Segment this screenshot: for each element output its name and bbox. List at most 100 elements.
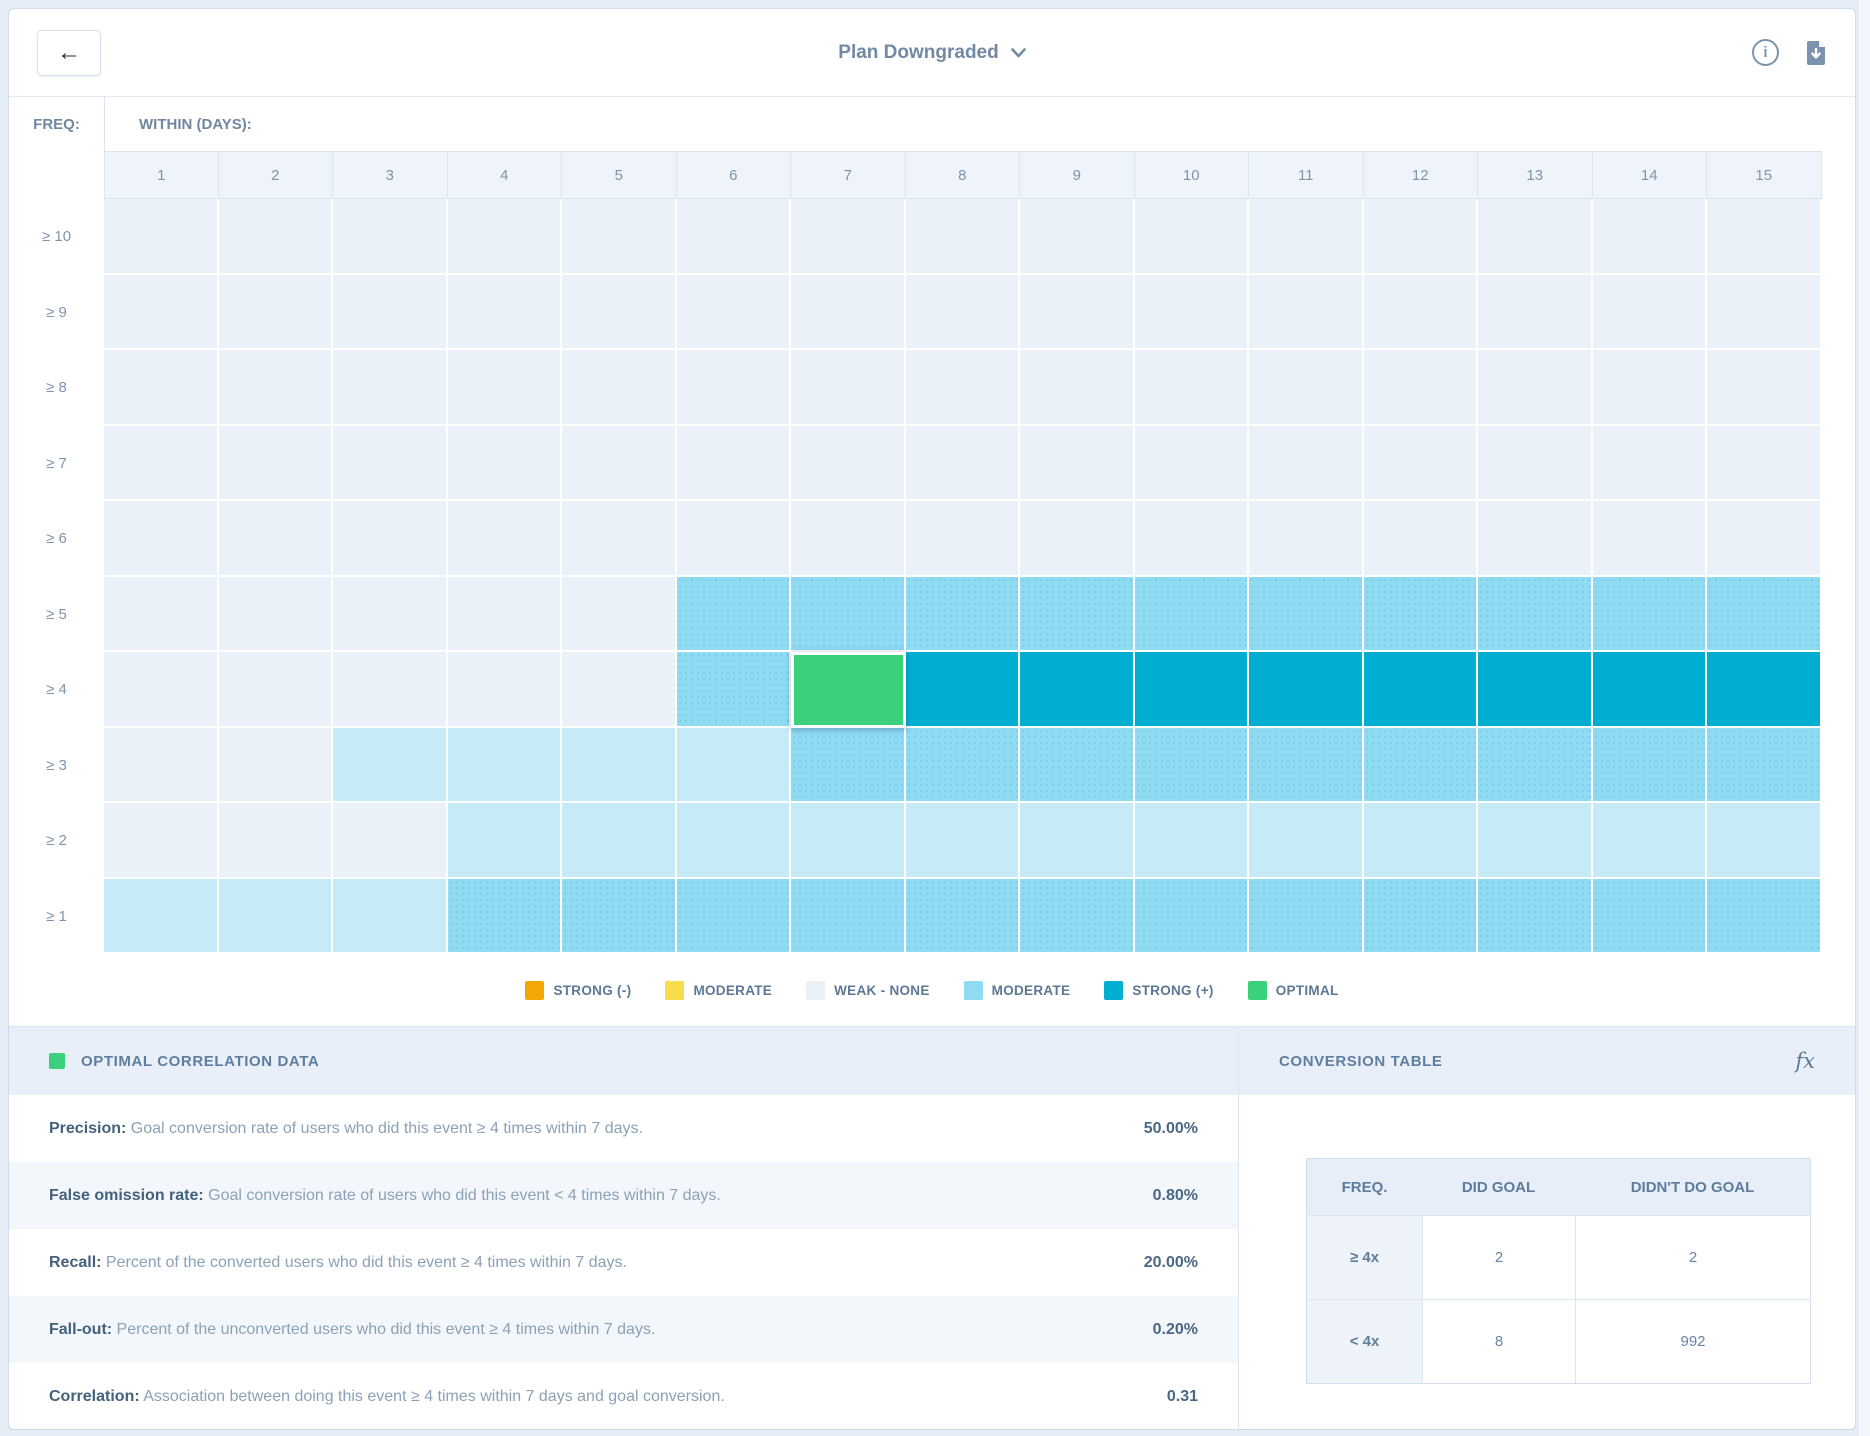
heatmap-cell[interactable] <box>333 501 448 577</box>
heatmap-cell[interactable] <box>1249 728 1364 804</box>
heatmap-cell[interactable] <box>448 275 563 351</box>
heatmap-cell[interactable] <box>1135 275 1250 351</box>
heatmap-cell[interactable] <box>562 577 677 653</box>
heatmap-cell[interactable] <box>1135 350 1250 426</box>
heatmap-cell[interactable] <box>448 728 563 804</box>
heatmap-cell[interactable] <box>1707 350 1822 426</box>
heatmap-cell[interactable] <box>104 879 219 955</box>
heatmap-cell[interactable] <box>1707 803 1822 879</box>
heatmap-cell[interactable] <box>562 275 677 351</box>
heatmap-cell[interactable] <box>104 501 219 577</box>
heatmap-cell[interactable] <box>1707 728 1822 804</box>
heatmap-cell[interactable] <box>1020 275 1135 351</box>
heatmap-cell[interactable] <box>791 803 906 879</box>
heatmap-cell[interactable] <box>219 199 334 275</box>
heatmap-cell[interactable] <box>219 350 334 426</box>
heatmap-cell[interactable] <box>333 577 448 653</box>
heatmap-cell[interactable] <box>1707 426 1822 502</box>
heatmap-cell[interactable] <box>1249 501 1364 577</box>
heatmap-cell[interactable] <box>906 199 1021 275</box>
info-icon[interactable]: i <box>1752 39 1779 66</box>
heatmap-cell[interactable] <box>1364 577 1479 653</box>
heatmap-cell[interactable] <box>562 652 677 728</box>
heatmap-cell[interactable] <box>333 803 448 879</box>
heatmap-cell[interactable] <box>1364 275 1479 351</box>
heatmap-cell[interactable] <box>906 879 1021 955</box>
heatmap-cell[interactable] <box>1135 577 1250 653</box>
heatmap-cell[interactable] <box>448 426 563 502</box>
heatmap-cell[interactable] <box>333 879 448 955</box>
heatmap-cell[interactable] <box>1135 879 1250 955</box>
heatmap-cell[interactable] <box>791 275 906 351</box>
heatmap-cell[interactable] <box>791 577 906 653</box>
heatmap-cell[interactable] <box>1593 199 1708 275</box>
heatmap-cell[interactable] <box>1020 350 1135 426</box>
heatmap-cell[interactable] <box>562 350 677 426</box>
heatmap-cell[interactable] <box>1135 501 1250 577</box>
heatmap-cell[interactable] <box>219 728 334 804</box>
heatmap-cell[interactable] <box>1135 426 1250 502</box>
heatmap-cell[interactable] <box>104 199 219 275</box>
heatmap-cell[interactable] <box>791 501 906 577</box>
heatmap-cell[interactable] <box>1020 501 1135 577</box>
heatmap-cell[interactable] <box>791 350 906 426</box>
heatmap-cell[interactable] <box>1478 879 1593 955</box>
heatmap-cell[interactable] <box>1249 577 1364 653</box>
heatmap-cell[interactable] <box>1478 426 1593 502</box>
heatmap-cell[interactable] <box>562 199 677 275</box>
heatmap-cell[interactable] <box>562 426 677 502</box>
heatmap-cell[interactable] <box>1593 728 1708 804</box>
heatmap-cell[interactable] <box>791 426 906 502</box>
download-icon[interactable] <box>1805 40 1827 66</box>
heatmap-cell[interactable] <box>1707 501 1822 577</box>
heatmap-cell[interactable] <box>104 426 219 502</box>
heatmap-cell[interactable] <box>104 652 219 728</box>
heatmap-cell[interactable] <box>791 728 906 804</box>
heatmap-cell[interactable] <box>448 803 563 879</box>
heatmap-cell[interactable] <box>219 879 334 955</box>
heatmap-cell[interactable] <box>333 199 448 275</box>
heatmap-cell[interactable] <box>1593 275 1708 351</box>
heatmap-cell[interactable] <box>677 350 792 426</box>
heatmap-cell[interactable] <box>906 577 1021 653</box>
heatmap-cell[interactable] <box>1707 199 1822 275</box>
heatmap-cell[interactable] <box>448 501 563 577</box>
heatmap-cell[interactable] <box>104 275 219 351</box>
back-button[interactable]: ← <box>37 30 101 76</box>
heatmap-cell[interactable] <box>791 879 906 955</box>
heatmap-cell[interactable] <box>1478 577 1593 653</box>
heatmap-cell[interactable] <box>562 879 677 955</box>
heatmap-cell[interactable] <box>1249 879 1364 955</box>
heatmap-cell[interactable] <box>1364 501 1479 577</box>
heatmap-cell[interactable] <box>1478 199 1593 275</box>
heatmap-cell[interactable] <box>1593 577 1708 653</box>
heatmap-cell[interactable] <box>333 275 448 351</box>
heatmap-cell[interactable] <box>219 501 334 577</box>
heatmap-cell[interactable] <box>677 501 792 577</box>
heatmap-cell[interactable] <box>562 728 677 804</box>
heatmap-cell[interactable] <box>448 199 563 275</box>
heatmap-cell[interactable] <box>448 652 563 728</box>
heatmap-cell[interactable] <box>1478 652 1593 728</box>
heatmap-cell[interactable] <box>906 728 1021 804</box>
heatmap-cell[interactable] <box>333 728 448 804</box>
heatmap-cell[interactable] <box>1364 199 1479 275</box>
heatmap-cell[interactable] <box>562 501 677 577</box>
heatmap-cell[interactable] <box>1478 501 1593 577</box>
heatmap-cell[interactable] <box>1707 879 1822 955</box>
heatmap-cell[interactable] <box>219 275 334 351</box>
heatmap-cell[interactable] <box>1249 199 1364 275</box>
heatmap-cell[interactable] <box>1135 652 1250 728</box>
heatmap-cell[interactable] <box>677 879 792 955</box>
heatmap-cell[interactable] <box>791 199 906 275</box>
heatmap-cell[interactable] <box>1020 199 1135 275</box>
heatmap-cell[interactable] <box>104 728 219 804</box>
heatmap-cell[interactable] <box>1135 728 1250 804</box>
heatmap-cell[interactable] <box>1478 728 1593 804</box>
heatmap-cell[interactable] <box>1364 879 1479 955</box>
heatmap-cell[interactable] <box>1593 426 1708 502</box>
heatmap-cell[interactable] <box>1249 350 1364 426</box>
heatmap-cell[interactable] <box>333 350 448 426</box>
heatmap-cell[interactable] <box>1478 350 1593 426</box>
heatmap-cell[interactable] <box>104 577 219 653</box>
